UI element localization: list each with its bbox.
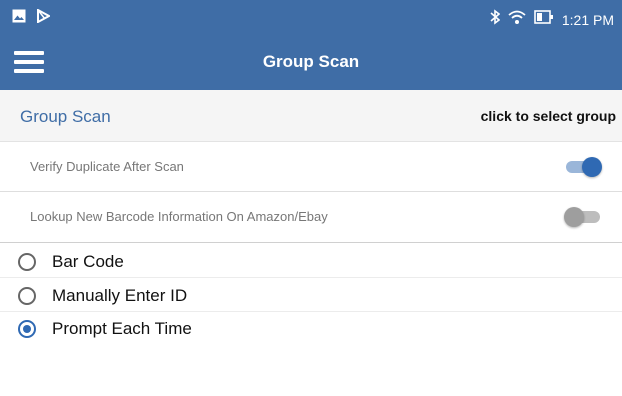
- radio-label: Prompt Each Time: [52, 319, 192, 338]
- radio-button[interactable]: [18, 287, 36, 305]
- radio-button[interactable]: [18, 253, 36, 271]
- lookup-barcode-row: Lookup New Barcode Information On Amazon…: [0, 192, 622, 243]
- battery-icon: [534, 9, 554, 30]
- group-select-row[interactable]: Group Scan click to select group: [0, 90, 622, 142]
- verify-duplicate-label: Verify Duplicate After Scan: [30, 159, 184, 174]
- bluetooth-icon: [490, 9, 501, 30]
- verify-duplicate-row: Verify Duplicate After Scan: [0, 142, 622, 192]
- verify-duplicate-toggle[interactable]: [564, 157, 602, 177]
- status-bar: 1:21 PM: [0, 0, 622, 34]
- radio-label: Bar Code: [52, 252, 124, 271]
- radio-button-selected[interactable]: [18, 320, 36, 338]
- radio-option-bar-code[interactable]: Bar Code: [0, 245, 622, 278]
- status-bar-right: 1:21 PM: [490, 9, 614, 30]
- toggle-thumb: [582, 157, 602, 177]
- app-bar: Group Scan: [0, 34, 622, 90]
- image-icon: [12, 9, 26, 28]
- radio-option-prompt-each-time[interactable]: Prompt Each Time: [0, 312, 622, 345]
- group-scan-label: Group Scan: [20, 107, 111, 126]
- status-time: 1:21 PM: [561, 11, 614, 28]
- lookup-barcode-toggle[interactable]: [564, 207, 602, 227]
- page-title: Group Scan: [262, 52, 360, 71]
- toggle-thumb: [564, 207, 584, 227]
- radio-option-manual-id[interactable]: Manually Enter ID: [0, 279, 622, 312]
- radio-dot: [23, 325, 31, 333]
- select-group-link[interactable]: click to select group: [481, 108, 616, 124]
- wifi-icon: [508, 9, 526, 30]
- radio-label: Manually Enter ID: [52, 286, 188, 305]
- lookup-barcode-label: Lookup New Barcode Information On Amazon…: [30, 209, 328, 224]
- play-store-icon: [36, 8, 52, 28]
- status-bar-left: [12, 8, 52, 28]
